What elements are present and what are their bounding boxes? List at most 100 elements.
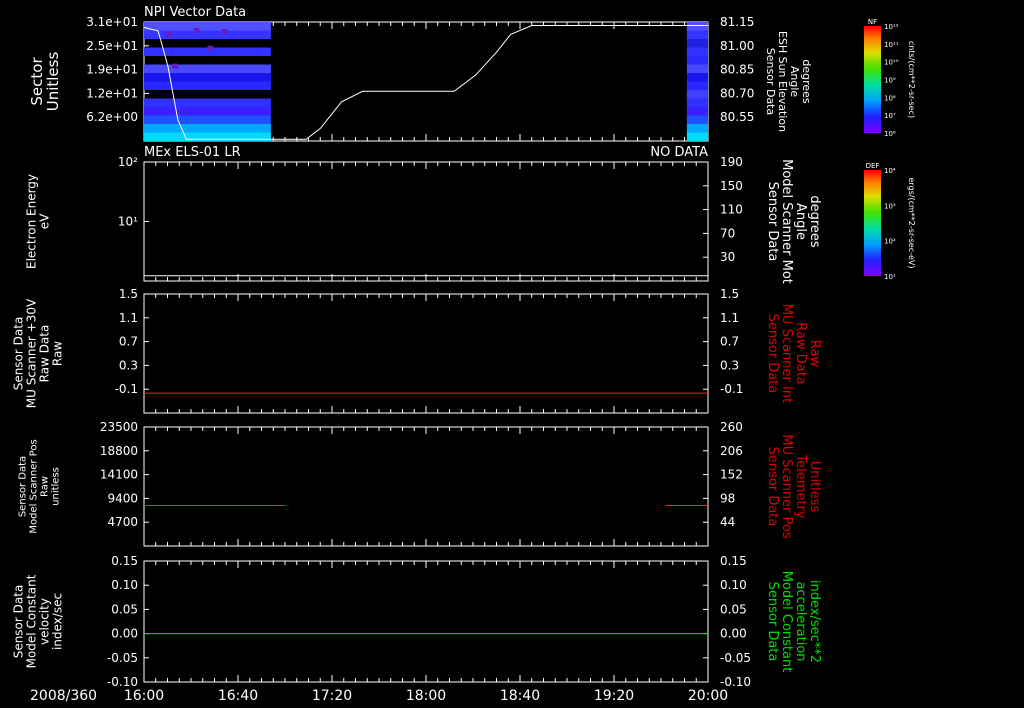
time-tick-label: 20:00: [688, 688, 728, 704]
spectrogram-cell: [686, 47, 708, 56]
spectrogram-cell: [207, 45, 214, 51]
left-axis-label-line: velocity: [38, 598, 52, 645]
y-tick-label-left: 1.5: [119, 287, 138, 301]
y-tick-label-left: 1.2e+01: [86, 86, 138, 100]
plot-canvas: 3.1e+01 2.5e+01 1.9e+01 1.2e+01 6.2e+00 81.15…: [12, 5, 917, 704]
y-tick-label-left: 0.7: [119, 335, 138, 349]
right-axis-label-line: Angle: [793, 203, 808, 240]
left-axis-label-line: Raw Data: [38, 325, 52, 383]
spectrogram-cell: [144, 132, 271, 141]
spectrogram-cell: [144, 124, 271, 133]
right-axis-label-line: acceleration: [793, 581, 808, 661]
y-tick-label-right: 1.5: [720, 287, 739, 301]
time-tick-label: 17:20: [312, 688, 352, 704]
y-tick-label-left: 6.2e+00: [86, 110, 138, 124]
time-tick-label: 18:40: [500, 688, 540, 704]
right-axis-label-line: degrees: [800, 59, 813, 104]
spectrogram-cell: [686, 81, 708, 90]
y-tick-label-left: 0.3: [119, 358, 138, 372]
def-colorbar-tag: DEF: [866, 162, 880, 170]
def-colorbar: [864, 170, 881, 276]
y-tick-label-right: 44: [720, 515, 735, 529]
right-axis-label-line: degrees: [807, 195, 822, 248]
left-axis-label-line: Sensor Data: [12, 317, 26, 391]
left-axis-label: Electron Energy eV: [25, 174, 52, 269]
left-axis-label-line: index/sec: [51, 593, 65, 650]
def-colorbar-tick: 10²: [884, 238, 896, 246]
left-axis-label-line: Raw: [51, 341, 65, 366]
right-axis-label: Sensor Data ESH Sun Elevation Angle degrees: [764, 31, 813, 132]
right-axis-label: Sensor Data Model Scanner Mot Angle degrees: [765, 159, 822, 284]
right-axis-label-line: Model Scanner Mot: [779, 159, 794, 284]
spectrogram-cell: [686, 22, 708, 31]
left-axis-label-line: Sensor Data: [12, 585, 26, 659]
nf-colorbar-tick: 10¹¹: [884, 41, 899, 49]
left-axis-label-line: unitless: [51, 467, 62, 506]
spectrogram-cell: [686, 39, 708, 48]
def-colorbar-tick: 10¹: [884, 273, 896, 281]
spectrogram-cell: [221, 29, 228, 35]
y-tick-label-right: 80.70: [720, 86, 754, 100]
y-tick-label-right: 0.3: [720, 358, 739, 372]
y-tick-label-left: 14100: [100, 468, 138, 482]
right-axis-label-line: ESH Sun Elevation: [776, 31, 789, 132]
spectrogram-cell: [144, 98, 271, 107]
y-tick-label-right: 190: [720, 155, 743, 169]
spectrogram-cell: [144, 30, 271, 39]
y-tick-label-right: -0.05: [720, 651, 751, 665]
spectrogram-cell: [144, 64, 271, 73]
panel-frame: [143, 426, 709, 547]
y-tick-label-left: 23500: [100, 420, 138, 434]
y-tick-label-right: 98: [720, 491, 735, 505]
spectrogram-cell: [165, 31, 172, 37]
right-axis-label-line: Raw Data: [793, 322, 808, 385]
y-tick-label-left: 4700: [107, 515, 138, 529]
left-axis-label-line: Electron Energy: [25, 174, 39, 269]
y-tick-label-left: 0.00: [111, 627, 138, 641]
y-tick-label-right: 1.1: [720, 311, 739, 325]
nf-colorbar-unit-text: cnts/(cm**2-sr-sec): [907, 41, 916, 118]
y-tick-label-left: 3.1e+01: [86, 15, 138, 29]
nf-colorbar-tick: 10¹⁰: [884, 59, 899, 67]
right-axis-label-line: index/sec**2: [807, 580, 822, 663]
y-tick-label-left: 18800: [100, 444, 138, 458]
y-tick-label-left: -0.1: [115, 382, 138, 396]
right-axis-label-line: Raw: [807, 340, 822, 368]
y-tick-label-right: 152: [720, 468, 743, 482]
left-axis-label-line: MU Scanner +30V: [25, 298, 39, 408]
left-axis-label-line: Model Constant: [25, 574, 39, 668]
y-tick-label-left: -0.05: [107, 651, 138, 665]
spectrogram-cell: [144, 22, 271, 31]
right-axis-label-line: Telemetry: [793, 453, 808, 518]
left-axis-label-line: eV: [38, 213, 52, 229]
spectrogram-cell: [686, 56, 708, 65]
panel-note: NO DATA: [650, 145, 708, 160]
spectrogram-cell: [686, 73, 708, 82]
spectrogram-cell: [686, 124, 708, 133]
spectrogram-cell: [686, 115, 708, 124]
right-axis-label-line: MU Scanner Pos: [779, 434, 794, 539]
right-axis-label: Sensor Data MU Scanner Int Raw Data Raw: [765, 304, 822, 403]
right-axis-label-line: Sensor Data: [765, 447, 780, 527]
right-axis-label-line: Sensor Data: [765, 314, 780, 394]
nf-colorbar: [864, 26, 881, 133]
spectrogram-cell: [193, 27, 200, 33]
y-tick-label-right: 260: [720, 420, 743, 434]
y-tick-label-right: 110: [720, 203, 743, 217]
time-tick-label: 16:40: [218, 688, 258, 704]
left-axis-label-line: Sensor Data: [18, 456, 29, 517]
y-tick-label-right: -0.10: [720, 675, 751, 689]
spectrogram-cell: [686, 107, 708, 116]
spectrogram-cell: [172, 63, 179, 69]
y-tick-label-right: 30: [720, 250, 735, 264]
right-axis-label-line: Sensor Data: [765, 182, 780, 262]
time-tick-label: 16:00: [124, 688, 164, 704]
y-tick-label-right: 0.00: [720, 627, 747, 641]
right-axis-label: Sensor Data MU Scanner Pos Telemetry Unitle…: [765, 434, 822, 539]
right-axis-label-line: Unitless: [807, 461, 822, 513]
y-tick-label-right: 70: [720, 226, 735, 240]
spectrogram-cell: [144, 73, 271, 82]
def-colorbar-unit: ergs/(cm**2-sr-sec-eV): [907, 177, 916, 268]
spectrogram-cell: [686, 64, 708, 73]
y-tick-label-right: 0.15: [720, 554, 747, 568]
